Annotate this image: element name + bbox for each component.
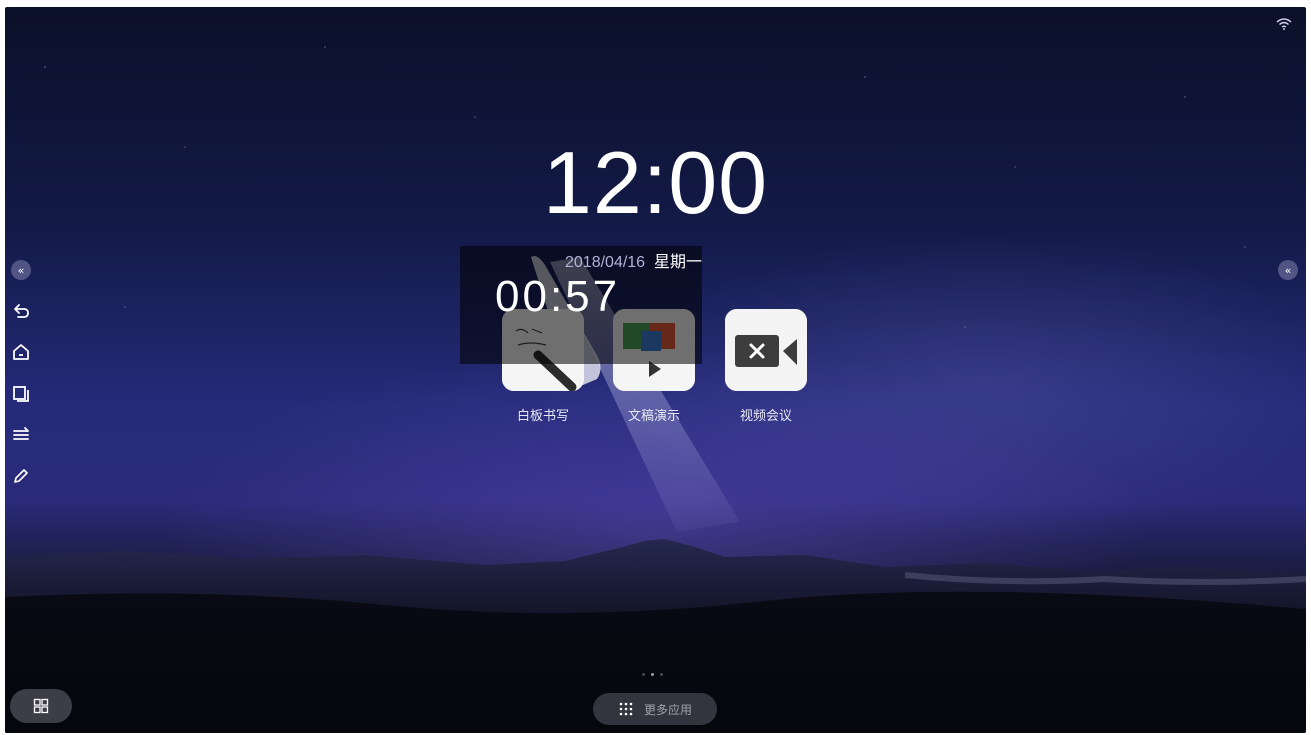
video-meeting-icon (725, 309, 807, 391)
back-icon[interactable] (11, 301, 31, 321)
app-video-meeting[interactable] (725, 309, 807, 391)
date-value: 2018/04/16 (565, 254, 646, 271)
menu-icon[interactable] (11, 425, 31, 445)
page-dot-active (651, 673, 654, 676)
app-video-meeting-label: 视频会议 (739, 409, 792, 424)
more-apps-button[interactable]: 更多应用 (593, 693, 717, 725)
weekday-value: 星期一 (653, 254, 702, 271)
wifi-icon (1276, 18, 1292, 30)
clock-date: 2018/04/16 星期一 (565, 248, 702, 272)
windows-switch-icon (33, 698, 49, 714)
clock-time: 12:00 (542, 133, 769, 232)
app-whiteboard-label: 白板书写 (516, 409, 569, 424)
desktop-screen: 12:00 白板书写 文稿演示 视频会议 2018/04/16 星期一 00:5… (5, 7, 1306, 733)
more-apps-label: 更多应用 (643, 702, 692, 717)
right-collapse-button[interactable]: « (1278, 260, 1298, 280)
timer-time: 00:57 (495, 272, 621, 321)
left-collapse-button[interactable]: « (11, 260, 31, 280)
page-indicator (642, 673, 663, 676)
windows-switch-button[interactable] (10, 689, 72, 723)
home-icon[interactable] (11, 342, 31, 362)
pen-icon[interactable] (11, 466, 31, 486)
grid-icon (619, 702, 633, 716)
app-presentation-label: 文稿演示 (627, 409, 680, 424)
page-dot (642, 673, 645, 676)
windows-icon[interactable] (11, 384, 31, 404)
page-dot (660, 673, 663, 676)
